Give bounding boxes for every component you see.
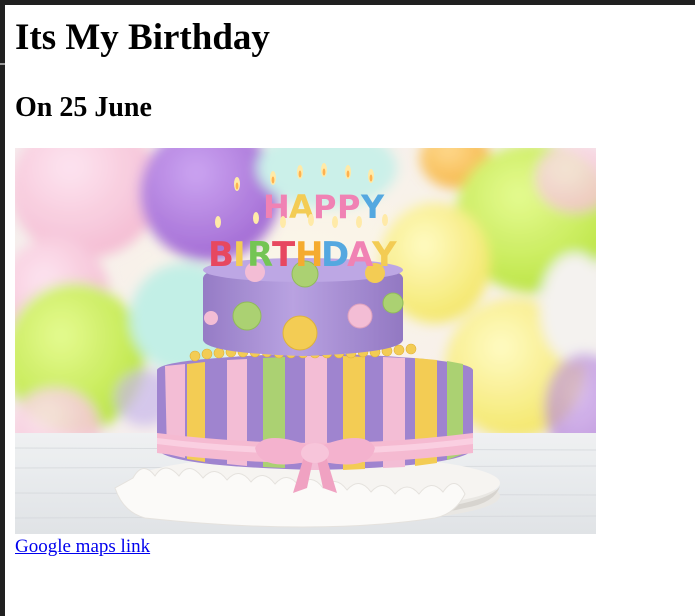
browser-viewport: Its My Birthday On 25 June B I R T H D A… <box>0 0 695 616</box>
window-edge-mark <box>0 63 5 65</box>
page-title: Its My Birthday <box>15 17 270 58</box>
birthday-cake-image: B I R T H D A Y H A P P Y <box>15 148 596 534</box>
google-maps-link[interactable]: Google maps link <box>15 536 150 558</box>
page-subtitle: On 25 June <box>15 92 152 123</box>
